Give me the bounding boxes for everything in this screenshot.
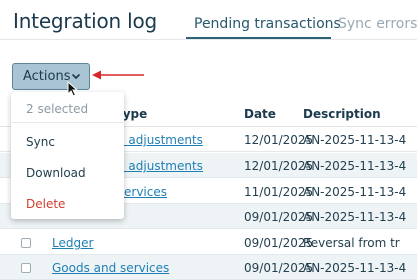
- tab-pending-transactions[interactable]: Pending transactions: [194, 16, 341, 32]
- row-description: AN-2025-11-13-4: [303, 133, 407, 147]
- row-description: AN-2025-11-13-4: [303, 159, 407, 173]
- table-row: Ledger 09/01/2025 Reversal from tr: [0, 230, 417, 255]
- annotation-arrow-icon: [92, 70, 144, 80]
- tab-bar: Pending transactions Sync errors: [186, 0, 417, 40]
- menu-divider: [11, 122, 124, 123]
- row-checkbox[interactable]: [21, 263, 31, 273]
- row-type-link[interactable]: ervices: [124, 185, 167, 199]
- tabs-divider: [0, 39, 417, 40]
- row-type-link[interactable]: Ledger: [52, 236, 93, 250]
- actions-button-label: Actions: [23, 69, 71, 84]
- menu-item-download[interactable]: Download: [26, 166, 86, 180]
- menu-item-delete[interactable]: Delete: [26, 197, 65, 211]
- tab-sync-errors[interactable]: Sync errors: [338, 16, 417, 32]
- row-type-link[interactable]: d adjustments: [117, 159, 203, 173]
- page-title: Integration log: [13, 9, 158, 33]
- row-description: AN-2025-11-13-4: [303, 185, 407, 199]
- column-header-description[interactable]: Description: [303, 107, 381, 121]
- row-checkbox[interactable]: [21, 238, 31, 248]
- table-row: Goods and services 09/01/2025 AN-2025-11…: [0, 255, 417, 280]
- selection-count: 2 selected: [26, 102, 89, 116]
- row-type-link[interactable]: d adjustments: [117, 133, 203, 147]
- mouse-pointer-icon: [67, 81, 79, 97]
- row-type-link[interactable]: Goods and services: [52, 261, 169, 275]
- column-header-date[interactable]: Date: [244, 107, 276, 121]
- chevron-down-icon: [72, 74, 80, 79]
- actions-dropdown-menu: 2 selected Sync Download Delete: [11, 92, 124, 219]
- row-description: Reversal from tr: [303, 236, 400, 250]
- row-description: AN-2025-11-13-4: [303, 261, 407, 275]
- row-description: AN-2025-11-13-4: [303, 210, 407, 224]
- menu-item-sync[interactable]: Sync: [26, 135, 55, 149]
